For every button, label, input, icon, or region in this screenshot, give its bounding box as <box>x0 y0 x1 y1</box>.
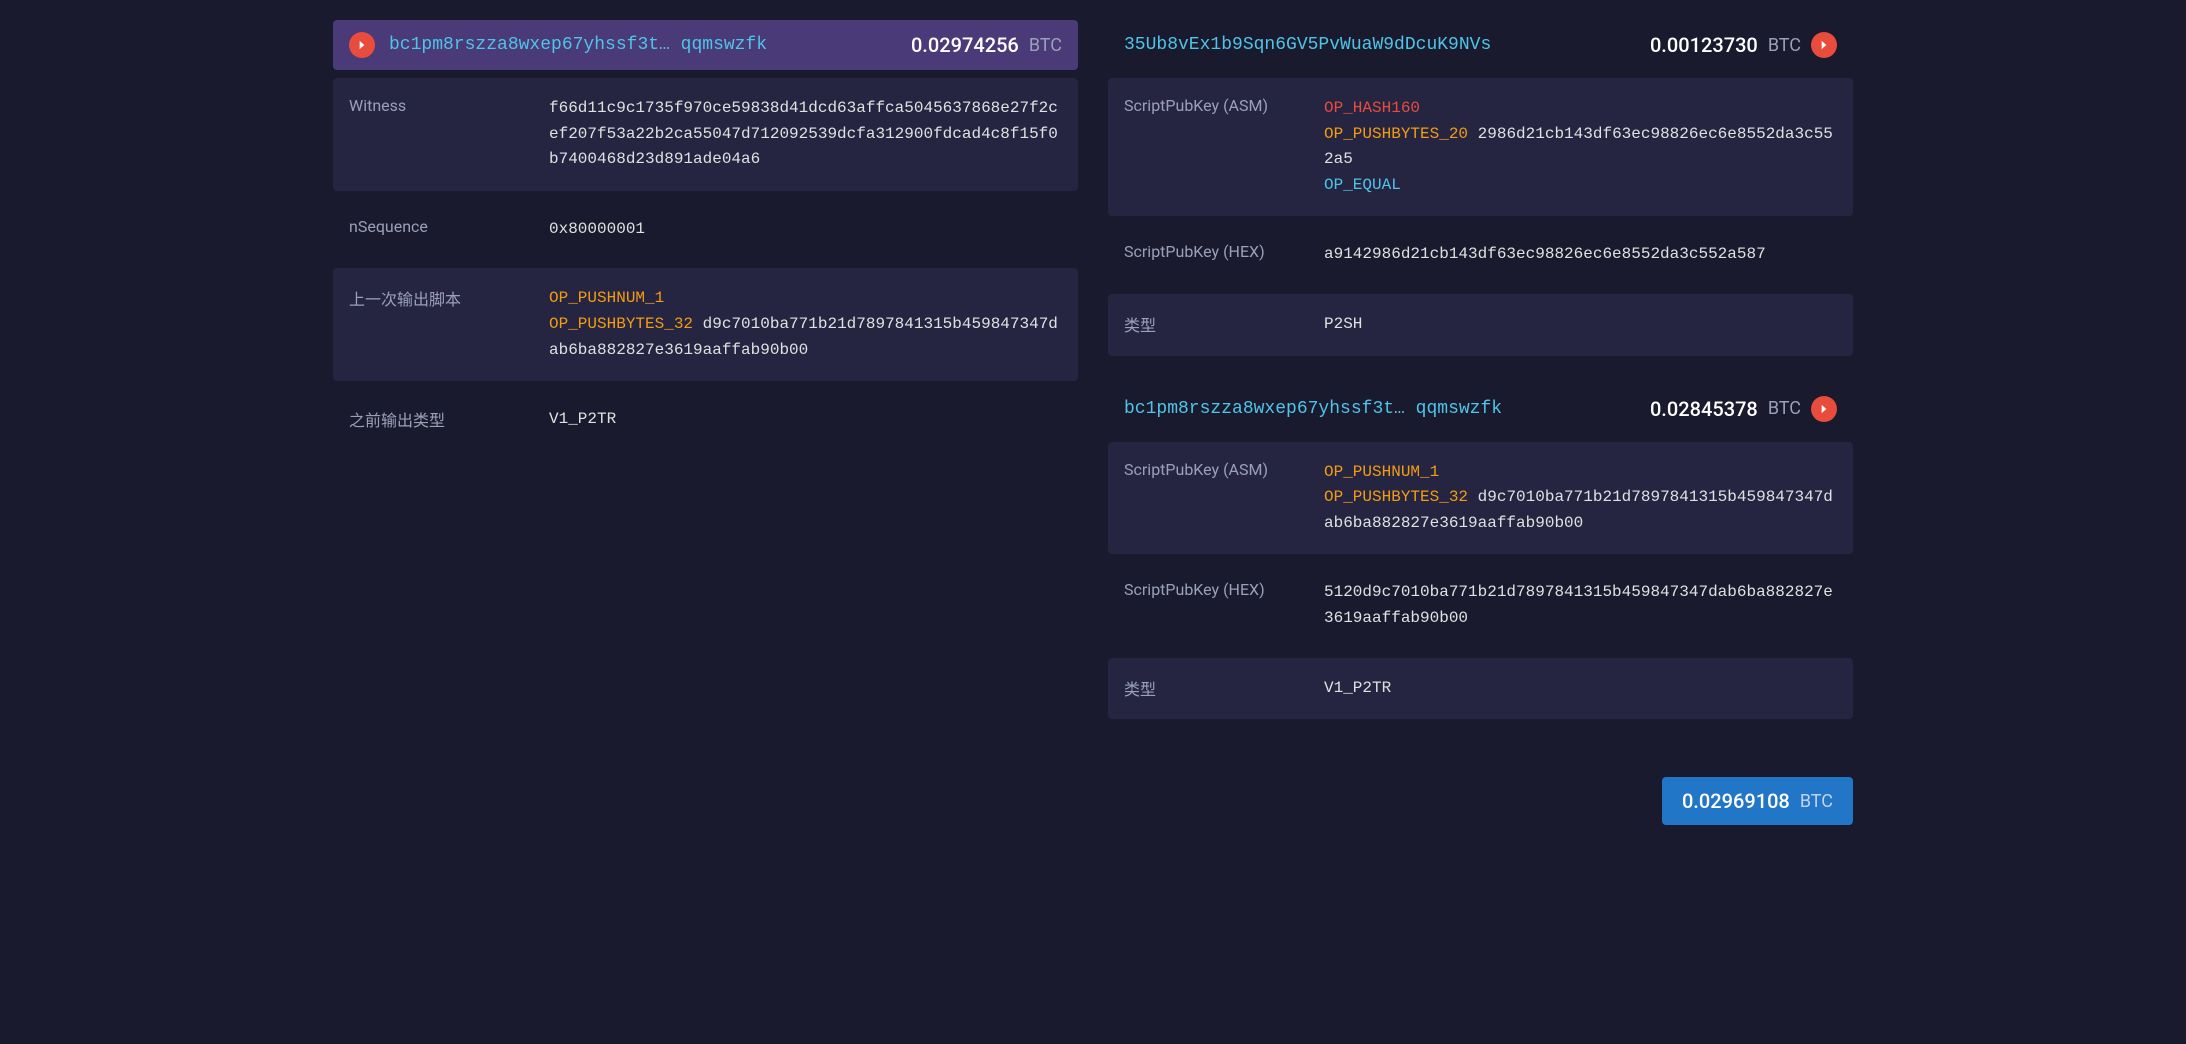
row-value: OP_PUSHNUM_1 OP_PUSHBYTES_32 d9c7010ba77… <box>1324 460 1837 537</box>
arrow-right-icon[interactable] <box>1811 396 1837 422</box>
address-suffix: qqmswzfk <box>1416 399 1502 419</box>
row-value: a9142986d21cb143df63ec98826ec6e8552da3c5… <box>1324 242 1837 268</box>
address-prefix: bc1pm8rszza8wxep67yhssf3t… <box>389 35 670 55</box>
row-label: ScriptPubKey (ASM) <box>1124 460 1324 537</box>
row-value: 5120d9c7010ba771b21d7897841315b459847347… <box>1324 580 1837 631</box>
input-amount: 0.02974256 <box>911 33 1019 57</box>
scriptpubkey-hex-row: ScriptPubKey (HEX) 5120d9c7010ba771b21d7… <box>1108 562 1853 649</box>
input-column: bc1pm8rszza8wxep67yhssf3t… qqmswzfk 0.02… <box>333 20 1078 825</box>
total-amount: 0.02969108 <box>1682 789 1790 813</box>
address-suffix: qqmswzfk <box>681 35 767 55</box>
input-header-right: 0.02974256 BTC <box>911 33 1062 57</box>
input-header: bc1pm8rszza8wxep67yhssf3t… qqmswzfk 0.02… <box>333 20 1078 70</box>
opcode: OP_EQUAL <box>1324 176 1401 194</box>
opcode: OP_HASH160 <box>1324 99 1420 117</box>
row-value: V1_P2TR <box>549 407 1062 433</box>
row-value: P2SH <box>1324 312 1837 338</box>
type-row: 类型 P2SH <box>1108 294 1853 356</box>
output-header: 35Ub8vEx1b9Sqn6GV5PvWuaW9dDcuK9NVs 0.001… <box>1108 20 1853 70</box>
prev-output-type-row: 之前输出类型 V1_P2TR <box>333 389 1078 451</box>
row-value: V1_P2TR <box>1324 676 1837 702</box>
nsequence-row: nSequence 0x80000001 <box>333 199 1078 261</box>
output-header-left: bc1pm8rszza8wxep67yhssf3t… qqmswzfk <box>1124 399 1502 419</box>
currency-label: BTC <box>1768 398 1801 419</box>
total-badge[interactable]: 0.02969108 BTC <box>1662 777 1853 825</box>
output-address-link[interactable]: 35Ub8vEx1b9Sqn6GV5PvWuaW9dDcuK9NVs <box>1124 35 1491 55</box>
transaction-container: bc1pm8rszza8wxep67yhssf3t… qqmswzfk 0.02… <box>313 20 1873 825</box>
scriptpubkey-hex-row: ScriptPubKey (HEX) a9142986d21cb143df63e… <box>1108 224 1853 286</box>
row-label: 之前输出类型 <box>349 407 549 433</box>
output-header-right: 0.00123730 BTC <box>1650 32 1837 58</box>
output-header: bc1pm8rszza8wxep67yhssf3t… qqmswzfk 0.02… <box>1108 384 1853 434</box>
witness-row: Witness f66d11c9c1735f970ce59838d41dcd63… <box>333 78 1078 191</box>
row-label: ScriptPubKey (HEX) <box>1124 242 1324 268</box>
output-amount: 0.00123730 <box>1650 33 1758 57</box>
currency-label: BTC <box>1768 35 1801 56</box>
row-value: OP_PUSHNUM_1 OP_PUSHBYTES_32 d9c7010ba77… <box>549 286 1062 363</box>
arrow-right-icon[interactable] <box>1811 32 1837 58</box>
output-amount: 0.02845378 <box>1650 397 1758 421</box>
output-column: 35Ub8vEx1b9Sqn6GV5PvWuaW9dDcuK9NVs 0.001… <box>1108 20 1853 825</box>
row-label: Witness <box>349 96 549 173</box>
opcode: OP_PUSHNUM_1 <box>549 289 664 307</box>
opcode: OP_PUSHBYTES_32 <box>1324 488 1468 506</box>
output-address-link[interactable]: bc1pm8rszza8wxep67yhssf3t… qqmswzfk <box>1124 399 1502 419</box>
total-row: 0.02969108 BTC <box>1108 777 1853 825</box>
type-row: 类型 V1_P2TR <box>1108 658 1853 720</box>
output-section: bc1pm8rszza8wxep67yhssf3t… qqmswzfk 0.02… <box>1108 384 1853 720</box>
total-currency: BTC <box>1800 791 1833 812</box>
row-label: 上一次输出脚本 <box>349 286 549 363</box>
row-value: f66d11c9c1735f970ce59838d41dcd63affca504… <box>549 96 1062 173</box>
scriptpubkey-asm-row: ScriptPubKey (ASM) OP_PUSHNUM_1 OP_PUSHB… <box>1108 442 1853 555</box>
row-label: 类型 <box>1124 312 1324 338</box>
row-label: ScriptPubKey (ASM) <box>1124 96 1324 198</box>
output-section: 35Ub8vEx1b9Sqn6GV5PvWuaW9dDcuK9NVs 0.001… <box>1108 20 1853 356</box>
row-label: 类型 <box>1124 676 1324 702</box>
address-prefix: 35Ub8vEx1b9Sqn6GV5PvWuaW9dDcuK9NVs <box>1124 35 1491 55</box>
scriptpubkey-asm-row: ScriptPubKey (ASM) OP_HASH160 OP_PUSHBYT… <box>1108 78 1853 216</box>
row-value: 0x80000001 <box>549 217 1062 243</box>
input-address-link[interactable]: bc1pm8rszza8wxep67yhssf3t… qqmswzfk <box>389 35 767 55</box>
address-prefix: bc1pm8rszza8wxep67yhssf3t… <box>1124 399 1405 419</box>
row-value: OP_HASH160 OP_PUSHBYTES_20 2986d21cb143d… <box>1324 96 1837 198</box>
row-label: nSequence <box>349 217 549 243</box>
input-header-left: bc1pm8rszza8wxep67yhssf3t… qqmswzfk <box>349 32 767 58</box>
opcode: OP_PUSHNUM_1 <box>1324 463 1439 481</box>
output-header-right: 0.02845378 BTC <box>1650 396 1837 422</box>
currency-label: BTC <box>1029 35 1062 56</box>
arrow-right-icon[interactable] <box>349 32 375 58</box>
row-label: ScriptPubKey (HEX) <box>1124 580 1324 631</box>
prev-output-script-row: 上一次输出脚本 OP_PUSHNUM_1 OP_PUSHBYTES_32 d9c… <box>333 268 1078 381</box>
output-header-left: 35Ub8vEx1b9Sqn6GV5PvWuaW9dDcuK9NVs <box>1124 35 1491 55</box>
opcode: OP_PUSHBYTES_20 <box>1324 125 1468 143</box>
opcode: OP_PUSHBYTES_32 <box>549 315 693 333</box>
